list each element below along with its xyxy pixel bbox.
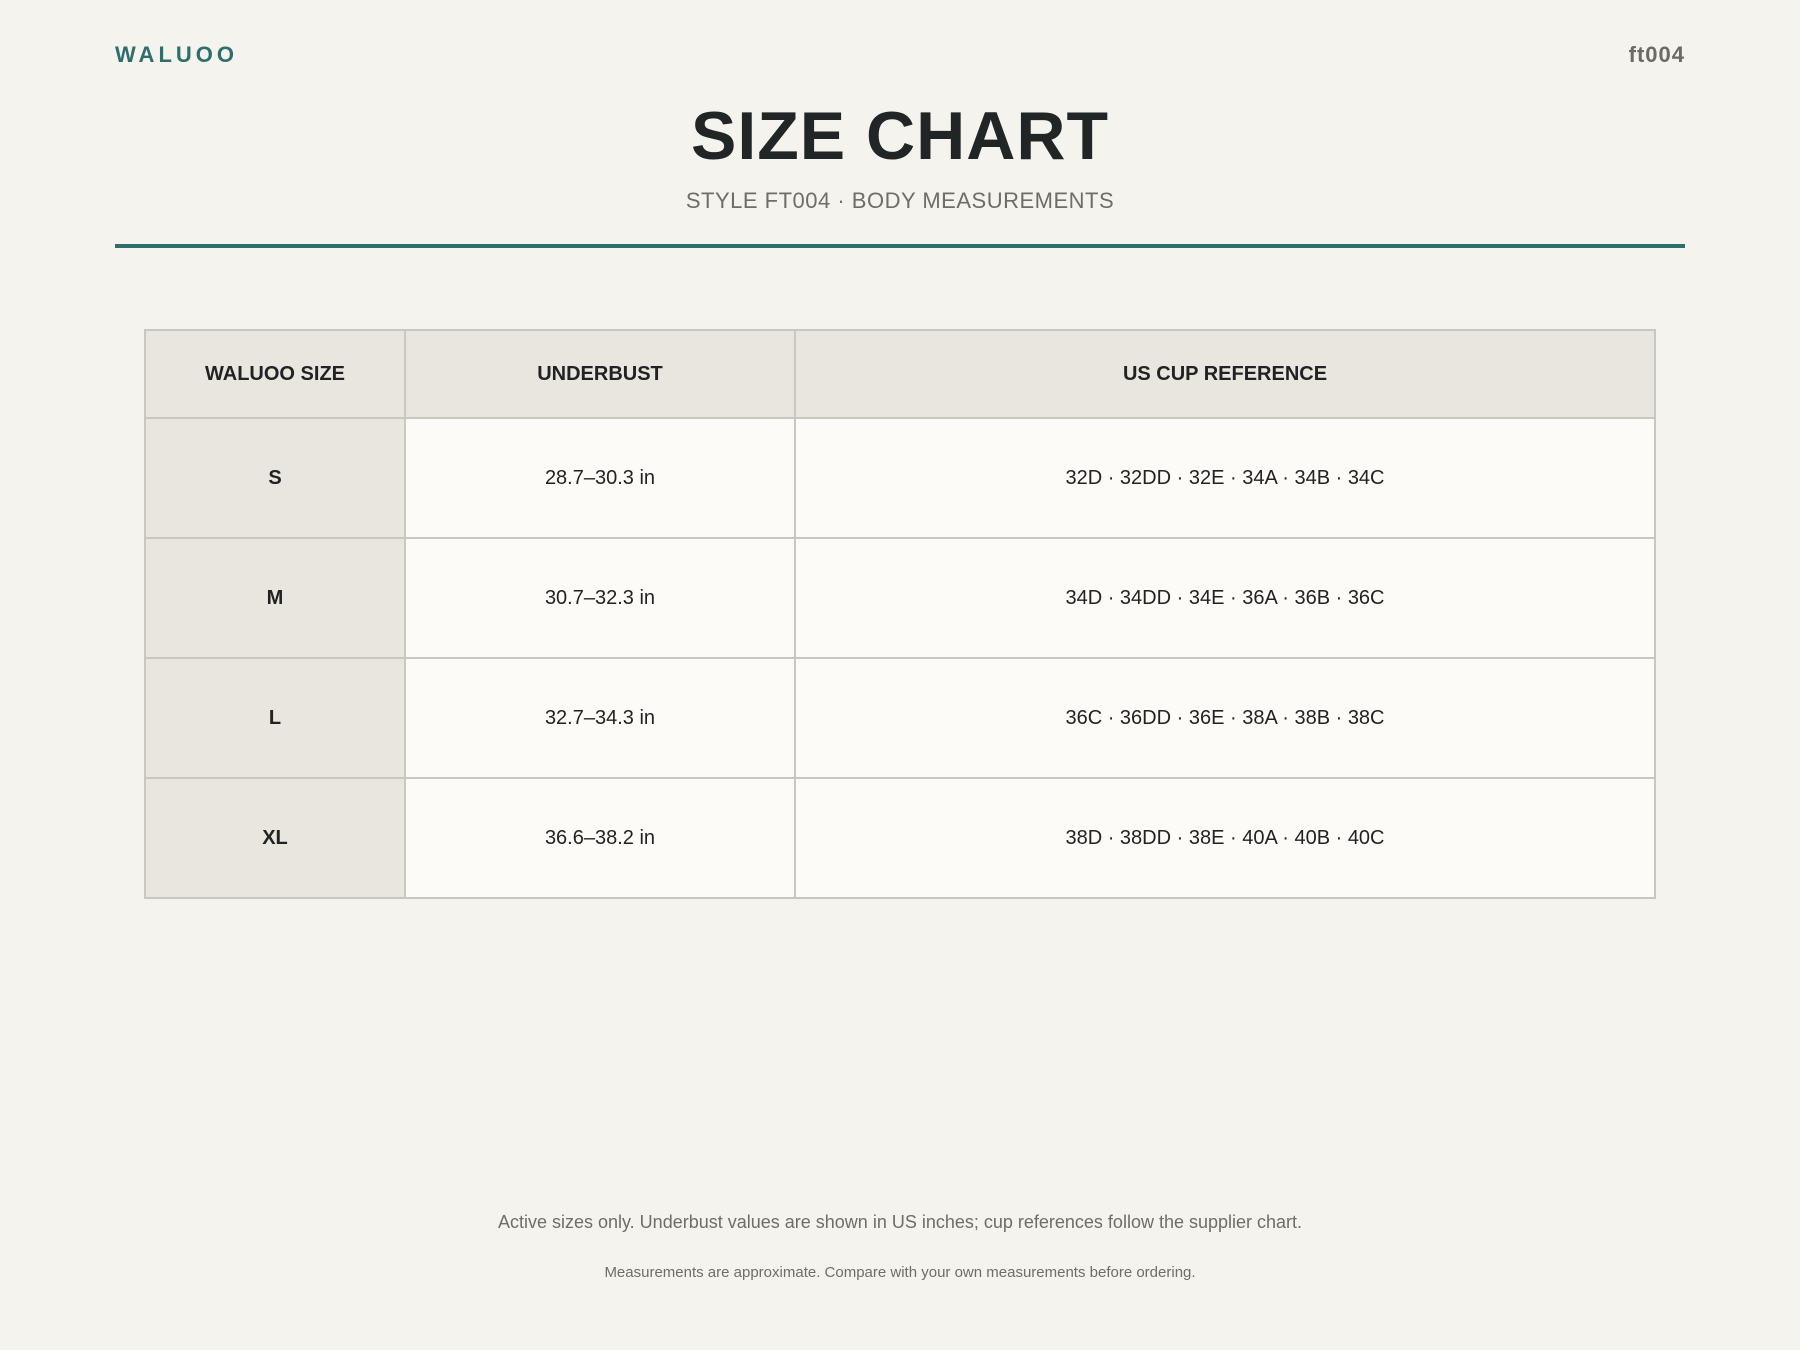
size-cell: XL	[144, 777, 406, 899]
underbust-cell: 32.7–34.3 in	[404, 657, 796, 779]
cup-reference-cell: 38D · 38DD · 38E · 40A · 40B · 40C	[794, 777, 1656, 899]
page-subtitle: STYLE FT004 · BODY MEASUREMENTS	[685, 188, 1115, 213]
footnote: Active sizes only. Underbust values are …	[497, 1212, 1303, 1232]
cup-reference-cell: 36C · 36DD · 36E · 38A · 38B · 38C	[794, 657, 1656, 779]
table-row: XL 36.6–38.2 in 38D · 38DD · 38E · 40A ·…	[144, 777, 1656, 899]
table-row: M 30.7–32.3 in 34D · 34DD · 34E · 36A · …	[144, 537, 1656, 659]
size-cell: L	[144, 657, 406, 779]
page-title: SIZE CHART	[691, 98, 1109, 174]
style-code: ft004	[1628, 42, 1685, 67]
size-table: WALUOO SIZE UNDERBUST US CUP REFERENCE S…	[144, 329, 1656, 899]
disclaimer: Measurements are approximate. Compare wi…	[604, 1264, 1196, 1281]
cup-reference-cell: 34D · 34DD · 34E · 36A · 36B · 36C	[794, 537, 1656, 659]
header-divider	[115, 244, 1685, 248]
size-cell: M	[144, 537, 406, 659]
column-header-cup-reference: US CUP REFERENCE	[794, 329, 1656, 419]
underbust-cell: 28.7–30.3 in	[404, 417, 796, 539]
underbust-cell: 30.7–32.3 in	[404, 537, 796, 659]
table-row: L 32.7–34.3 in 36C · 36DD · 36E · 38A · …	[144, 657, 1656, 779]
size-chart-page: WALUOO ft004 SIZE CHART STYLE FT004 · BO…	[115, 0, 1685, 1350]
table-header-row: WALUOO SIZE UNDERBUST US CUP REFERENCE	[144, 329, 1656, 419]
column-header-underbust: UNDERBUST	[404, 329, 796, 419]
top-bar: WALUOO ft004	[115, 40, 1685, 70]
cup-reference-cell: 32D · 32DD · 32E · 34A · 34B · 34C	[794, 417, 1656, 539]
underbust-cell: 36.6–38.2 in	[404, 777, 796, 899]
column-header-size: WALUOO SIZE	[144, 329, 406, 419]
table-row: S 28.7–30.3 in 32D · 32DD · 32E · 34A · …	[144, 417, 1656, 539]
size-cell: S	[144, 417, 406, 539]
brand-logo: WALUOO	[115, 42, 238, 67]
